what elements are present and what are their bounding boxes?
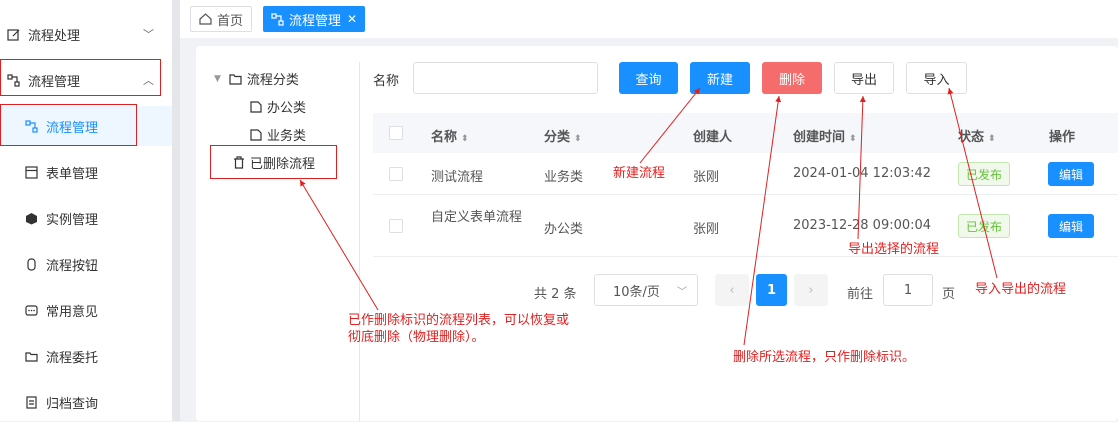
arrow-import (947, 87, 998, 279)
arrow-create (639, 87, 701, 164)
arrow-deleted (299, 179, 379, 311)
arrow-export (857, 95, 866, 240)
annotation-arrows (299, 87, 998, 346)
arrow-delete (743, 95, 782, 346)
